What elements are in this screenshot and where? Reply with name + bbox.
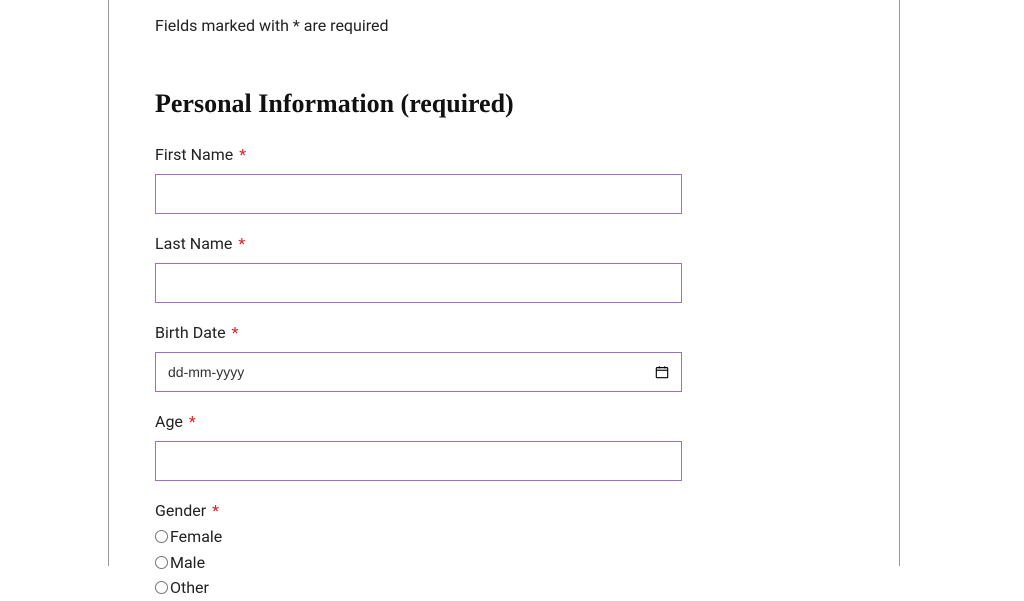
gender-field: Gender * Female Male Other	[155, 501, 853, 601]
birth-date-placeholder: dd-mm-yyyy	[168, 364, 655, 380]
birth-date-label: Birth Date *	[155, 323, 853, 342]
form-container: Fields marked with * are required Person…	[108, 0, 900, 566]
birth-date-label-text: Birth Date	[155, 323, 226, 342]
gender-radio-female[interactable]	[155, 530, 168, 543]
gender-option-label: Female	[170, 524, 222, 550]
age-label: Age *	[155, 412, 853, 431]
gender-radio-other[interactable]	[155, 581, 168, 594]
first-name-label-text: First Name	[155, 145, 233, 164]
section-title: Personal Information (required)	[155, 89, 853, 119]
gender-option-male: Male	[155, 550, 853, 576]
last-name-input[interactable]	[155, 263, 682, 303]
required-asterisk: *	[212, 501, 219, 520]
age-input[interactable]	[155, 441, 682, 481]
gender-label: Gender *	[155, 501, 853, 520]
gender-option-female: Female	[155, 524, 853, 550]
gender-option-label: Other	[170, 575, 209, 601]
last-name-field: Last Name *	[155, 234, 853, 303]
first-name-input[interactable]	[155, 174, 682, 214]
last-name-label: Last Name *	[155, 234, 853, 253]
gender-radio-male[interactable]	[155, 556, 168, 569]
required-asterisk: *	[232, 323, 239, 342]
first-name-label: First Name *	[155, 145, 853, 164]
gender-radio-group: Female Male Other	[155, 524, 853, 601]
gender-option-label: Male	[170, 550, 205, 576]
birth-date-input[interactable]: dd-mm-yyyy	[155, 352, 682, 392]
required-fields-note: Fields marked with * are required	[155, 16, 853, 35]
birth-date-field: Birth Date * dd-mm-yyyy	[155, 323, 853, 392]
gender-option-other: Other	[155, 575, 853, 601]
age-field: Age *	[155, 412, 853, 481]
first-name-field: First Name *	[155, 145, 853, 214]
required-asterisk: *	[239, 145, 246, 164]
gender-label-text: Gender	[155, 501, 206, 520]
required-asterisk: *	[189, 412, 196, 431]
last-name-label-text: Last Name	[155, 234, 232, 253]
required-asterisk: *	[238, 234, 245, 253]
age-label-text: Age	[155, 412, 183, 431]
calendar-icon	[655, 365, 669, 379]
